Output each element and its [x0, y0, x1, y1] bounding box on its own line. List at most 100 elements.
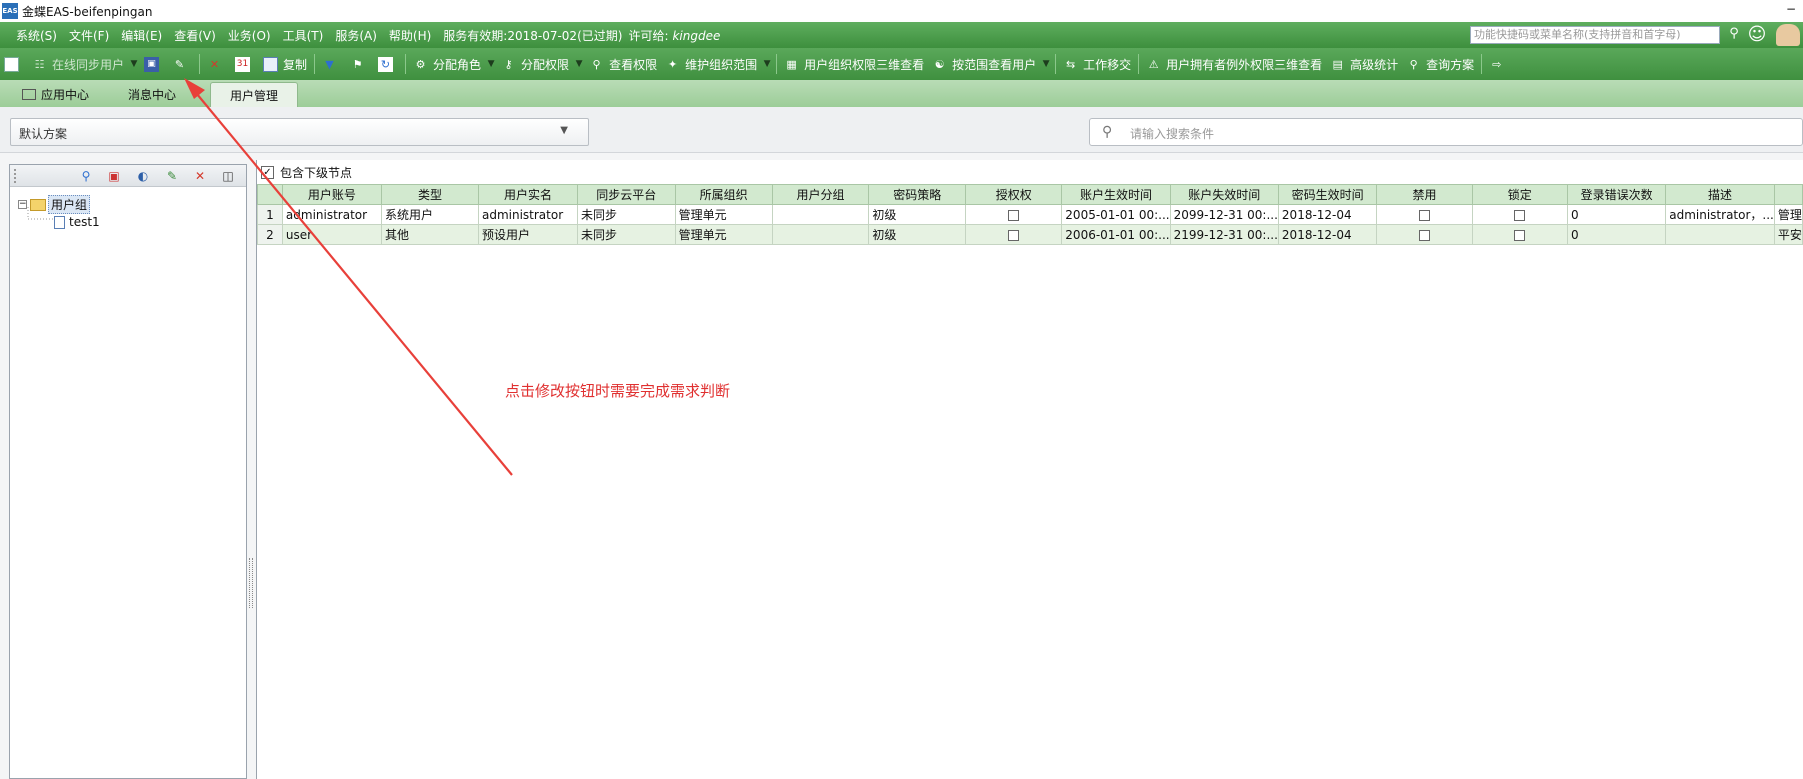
tree-find-icon[interactable]: ◐: [135, 168, 151, 184]
new-button[interactable]: [0, 51, 28, 77]
menu-service[interactable]: 服务(A): [329, 27, 383, 44]
filter-button[interactable]: ▼: [318, 51, 346, 77]
work-transfer-button[interactable]: ⇆ 工作移交: [1059, 51, 1135, 77]
locked-checkbox[interactable]: [1514, 229, 1526, 241]
tree-add-icon[interactable]: ▣: [106, 168, 122, 184]
col-header-disabled[interactable]: 禁用: [1376, 184, 1473, 205]
col-header-grant[interactable]: 授权权: [965, 184, 1063, 205]
locate-button[interactable]: ⚑: [346, 51, 374, 77]
locked-checkbox[interactable]: [1514, 209, 1526, 221]
delete-button[interactable]: ✕: [203, 51, 231, 77]
cell-pwd-policy[interactable]: 初级: [868, 204, 967, 225]
disabled-checkbox[interactable]: [1418, 229, 1430, 241]
cell-org[interactable]: 管理单元: [674, 224, 773, 245]
maintain-org-range-button[interactable]: ✦ 维护组织范围: [661, 51, 761, 77]
function-search-input[interactable]: 功能快捷码或菜单名称(支持拼音和首字母): [1470, 26, 1720, 44]
view-users-by-range-button[interactable]: ☯ 按范围查看用户: [928, 51, 1040, 77]
cell-sync[interactable]: 未同步: [577, 204, 676, 225]
grant-checkbox[interactable]: [1008, 229, 1020, 241]
col-header-locked[interactable]: 锁定: [1471, 184, 1568, 205]
col-header-type[interactable]: 类型: [380, 184, 479, 205]
tree-edit-icon[interactable]: ✎: [164, 168, 180, 184]
tab-app-center[interactable]: 应用中心: [12, 82, 99, 107]
col-header-extra[interactable]: [1773, 184, 1803, 205]
cell-type[interactable]: 其他: [380, 224, 479, 245]
tree-search-icon[interactable]: ⚲: [78, 168, 94, 184]
cell-pwd-effective[interactable]: 2018-12-04: [1277, 224, 1378, 245]
include-children-checkbox[interactable]: ✓: [261, 165, 274, 179]
cell-org[interactable]: 管理单元: [674, 204, 773, 225]
table-row[interactable]: 1 administrator 系统用户 administrator 未同步 管…: [257, 204, 1803, 225]
chevron-down-icon[interactable]: ▼: [560, 125, 568, 136]
col-header-effective[interactable]: 账户生效时间: [1061, 184, 1171, 205]
cell-login-errors[interactable]: 0: [1566, 204, 1667, 225]
edit-button[interactable]: ✎: [168, 51, 196, 77]
cell-extra[interactable]: 管理: [1773, 204, 1803, 225]
cell-effective[interactable]: 2006-01-01 00:...: [1061, 224, 1171, 245]
cell-account[interactable]: user: [281, 224, 382, 245]
menu-file[interactable]: 文件(F): [63, 27, 115, 44]
cell-realname[interactable]: administrator: [477, 204, 579, 225]
col-header-expire[interactable]: 账户失效时间: [1169, 184, 1279, 205]
col-header-pwd-effective[interactable]: 密码生效时间: [1277, 184, 1378, 205]
cell-expire[interactable]: 2099-12-31 00:...: [1169, 204, 1279, 225]
menu-system[interactable]: 系统(S): [10, 27, 63, 44]
calendar-button[interactable]: 31: [231, 51, 259, 77]
cell-description[interactable]: [1665, 224, 1775, 245]
col-header-sync[interactable]: 同步云平台: [577, 184, 676, 205]
user-org-perm-3d-button[interactable]: ▦ 用户组织权限三维查看: [780, 51, 928, 77]
assign-permission-button[interactable]: ⚷ 分配权限: [497, 51, 573, 77]
include-children-row[interactable]: ✓ 包含下级节点: [261, 164, 352, 180]
col-header-description[interactable]: 描述: [1665, 184, 1775, 205]
exit-button[interactable]: ⇨: [1485, 51, 1513, 77]
query-scheme-button[interactable]: ⚲ 查询方案: [1402, 51, 1478, 77]
refresh-button[interactable]: ↻: [374, 51, 402, 77]
maintain-org-range-dropdown-icon[interactable]: ▼: [761, 51, 773, 77]
cell-pwd-policy[interactable]: 初级: [868, 224, 967, 245]
cell-sync[interactable]: 未同步: [577, 224, 676, 245]
assign-role-button[interactable]: ⚙ 分配角色: [409, 51, 485, 77]
advanced-stats-button[interactable]: ▤ 高级统计: [1326, 51, 1402, 77]
cell-locked[interactable]: [1471, 204, 1568, 225]
col-header-login-errors[interactable]: 登录错误次数: [1566, 184, 1667, 205]
menu-help[interactable]: 帮助(H): [383, 27, 437, 44]
col-header-group[interactable]: 用户分组: [771, 184, 870, 205]
menu-business[interactable]: 业务(O): [222, 27, 277, 44]
save-button[interactable]: ▣: [140, 51, 168, 77]
tree-node-test1[interactable]: test1: [54, 215, 100, 229]
cell-effective[interactable]: 2005-01-01 00:...: [1061, 204, 1171, 225]
cell-group[interactable]: [771, 204, 870, 225]
cell-type[interactable]: 系统用户: [380, 204, 479, 225]
grant-checkbox[interactable]: [1008, 209, 1020, 221]
cell-group[interactable]: [771, 224, 870, 245]
minimize-button[interactable]: −: [1783, 2, 1799, 18]
online-sync-button[interactable]: ☷ 在线同步用户: [28, 51, 128, 77]
search-input[interactable]: ⚲ 请输入搜索条件: [1089, 118, 1803, 146]
search-icon[interactable]: ⚲: [1725, 26, 1743, 44]
copy-button[interactable]: 复制: [259, 51, 311, 77]
assign-role-dropdown-icon[interactable]: ▼: [485, 51, 497, 77]
col-header-pwd-policy[interactable]: 密码策略: [868, 184, 967, 205]
tree-properties-icon[interactable]: ◫: [220, 168, 236, 184]
user-exception-perm-3d-button[interactable]: ⚠ 用户拥有者例外权限三维查看: [1142, 51, 1326, 77]
menu-edit[interactable]: 编辑(E): [115, 27, 168, 44]
user-avatar-icon[interactable]: [1776, 24, 1800, 46]
cell-realname[interactable]: 预设用户: [477, 224, 579, 245]
cell-account[interactable]: administrator: [281, 204, 382, 225]
grip-handle[interactable]: [14, 169, 17, 183]
tree-delete-icon[interactable]: ✕: [192, 168, 208, 184]
cell-extra[interactable]: 平安: [1773, 224, 1803, 245]
cell-locked[interactable]: [1471, 224, 1568, 245]
cell-grant[interactable]: [965, 224, 1063, 245]
col-header-account[interactable]: 用户账号: [281, 184, 382, 205]
cell-description[interactable]: administrator，...: [1665, 204, 1775, 225]
menu-tools[interactable]: 工具(T): [277, 27, 330, 44]
menu-view[interactable]: 查看(V): [168, 27, 222, 44]
cell-pwd-effective[interactable]: 2018-12-04: [1277, 204, 1378, 225]
cell-disabled[interactable]: [1376, 204, 1473, 225]
cell-grant[interactable]: [965, 204, 1063, 225]
cell-expire[interactable]: 2199-12-31 00:...: [1169, 224, 1279, 245]
online-sync-dropdown-icon[interactable]: ▼: [128, 51, 140, 77]
tab-message-center[interactable]: 消息中心: [118, 82, 186, 107]
cell-login-errors[interactable]: 0: [1566, 224, 1667, 245]
